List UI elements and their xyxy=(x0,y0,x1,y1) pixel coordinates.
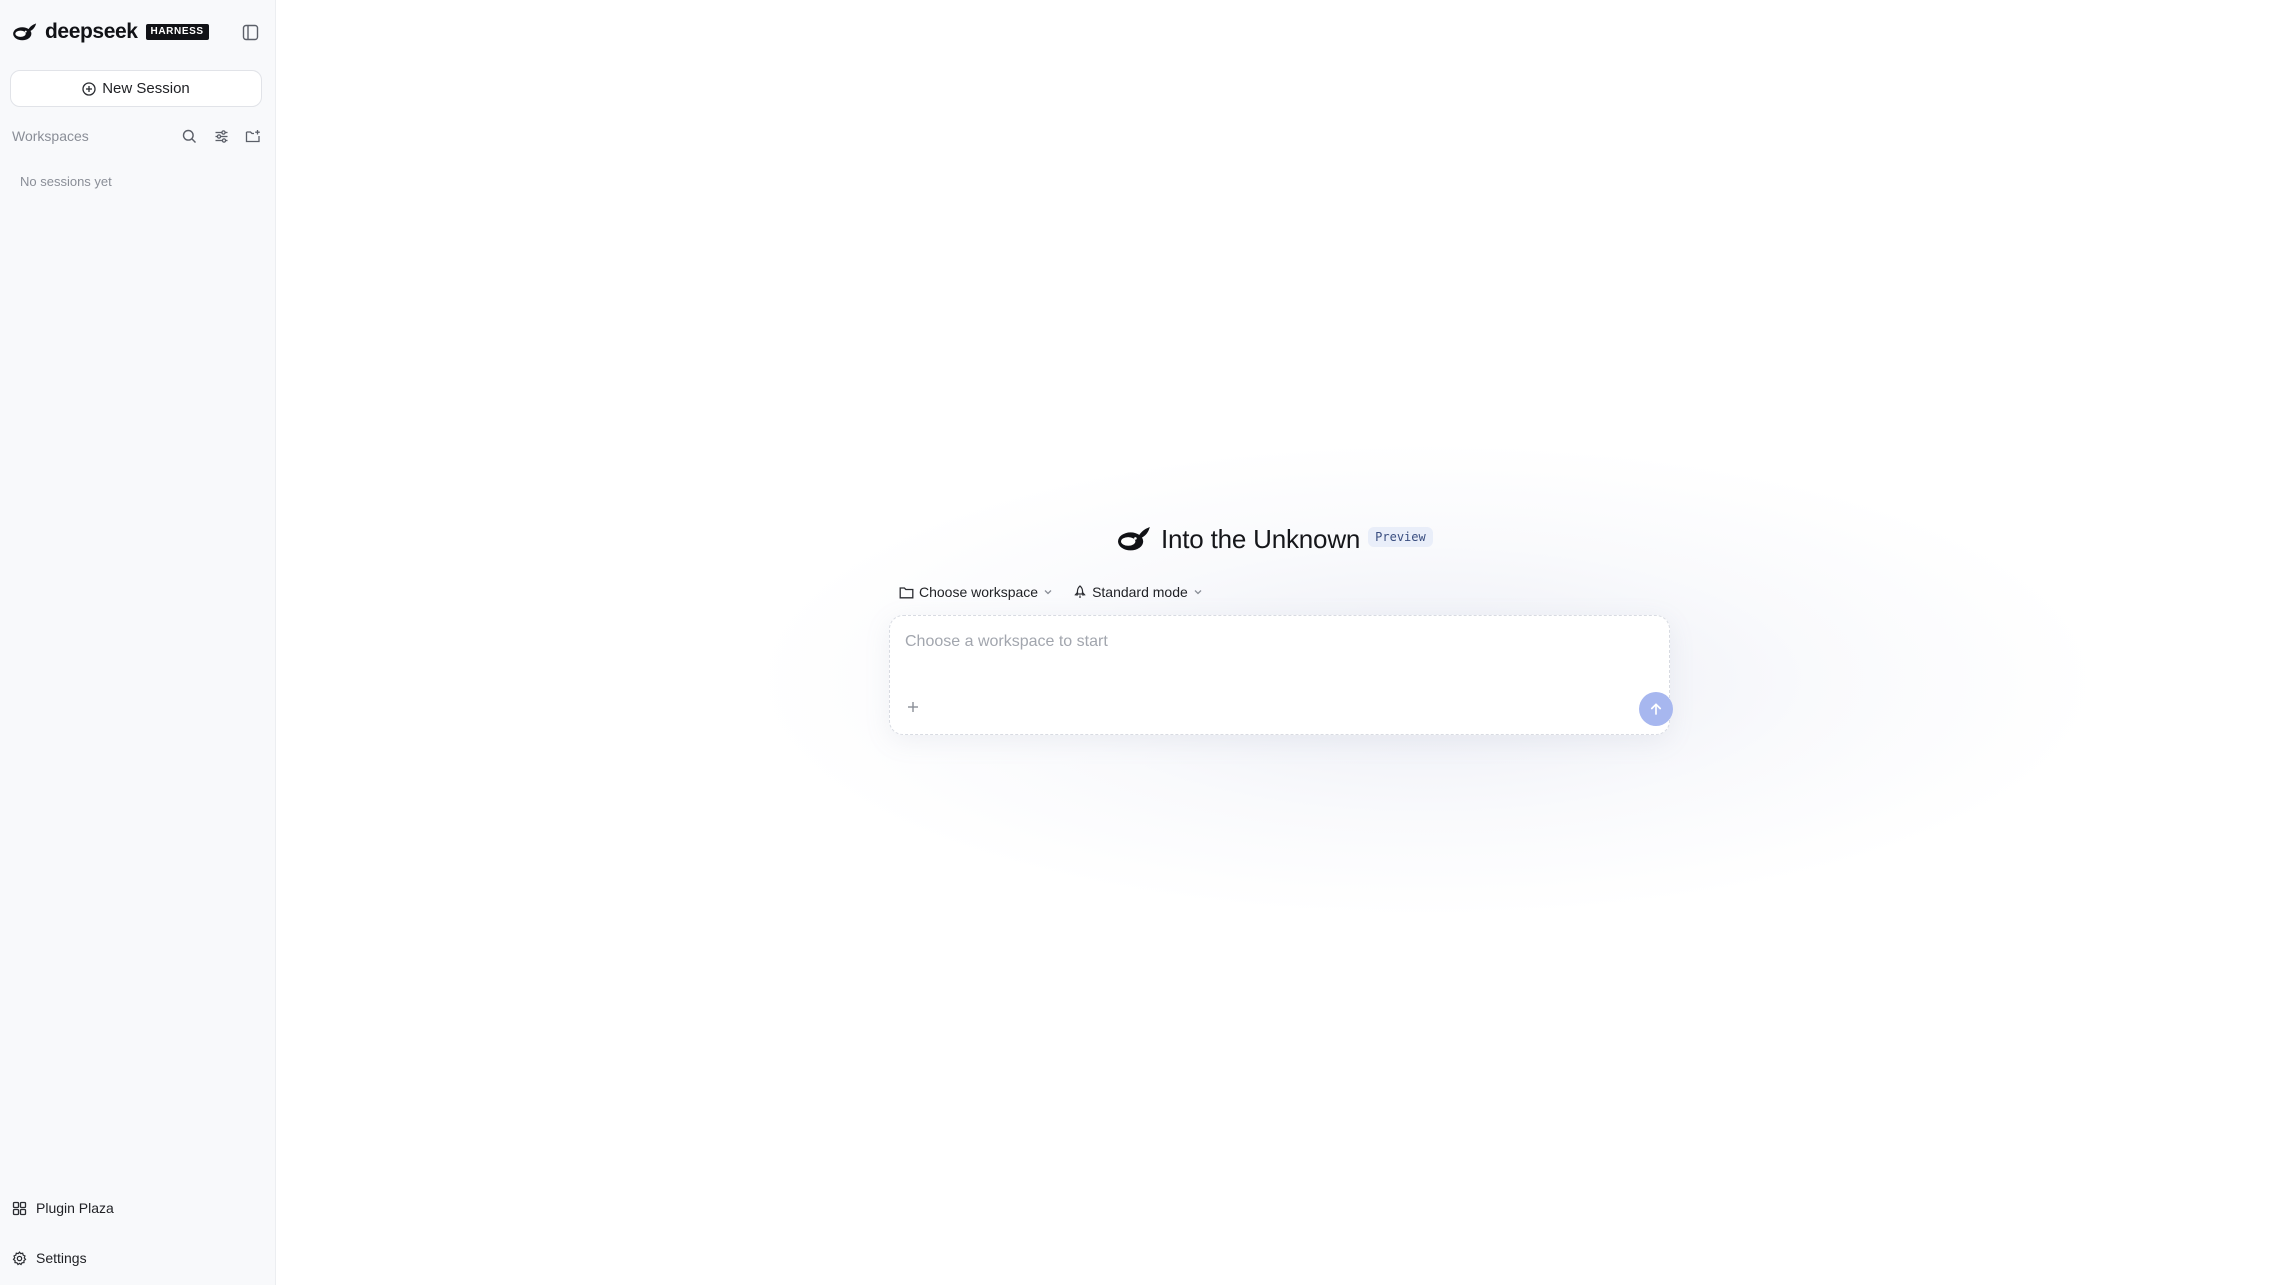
workspace-selector[interactable]: Choose workspace xyxy=(899,584,1053,600)
composer-selectors: Choose workspace Standard mode xyxy=(899,580,1203,604)
filter-sessions-button[interactable] xyxy=(208,124,234,148)
whale-icon xyxy=(1118,527,1150,551)
hero-heading: Into the Unknown Preview xyxy=(1115,518,1433,560)
chevron-down-icon xyxy=(1044,590,1052,595)
workspaces-header: Workspaces xyxy=(12,124,266,148)
plus-icon xyxy=(908,702,918,712)
chevron-down-icon xyxy=(1194,590,1202,595)
arrow-up-icon xyxy=(1650,703,1662,715)
mode-selector-label: Standard mode xyxy=(1092,584,1188,600)
gear-icon xyxy=(12,1250,27,1265)
workspace-tools xyxy=(176,124,266,148)
settings-label: Settings xyxy=(36,1250,87,1266)
workspaces-title: Workspaces xyxy=(12,128,89,144)
workspace-selector-label: Choose workspace xyxy=(919,584,1039,600)
new-workspace-button[interactable] xyxy=(240,124,266,148)
folder-plus-icon xyxy=(245,129,260,142)
preview-badge: Preview xyxy=(1368,527,1433,547)
empty-sessions-text: No sessions yet xyxy=(20,174,112,189)
search-icon xyxy=(182,129,196,143)
search-sessions-button[interactable] xyxy=(176,124,202,148)
sidebar: deepseek HARNESS New Session Workspaces xyxy=(0,0,276,1285)
new-session-label: New Session xyxy=(102,80,190,97)
message-composer xyxy=(889,615,1673,735)
grid-icon xyxy=(12,1201,27,1215)
attach-button[interactable] xyxy=(902,696,924,718)
brand-name: deepseek xyxy=(45,20,138,43)
sliders-icon xyxy=(215,129,227,143)
new-session-button[interactable]: New Session xyxy=(10,70,262,107)
composer-input[interactable] xyxy=(905,626,1645,658)
app-window: deepseek HARNESS New Session Workspaces xyxy=(0,0,2282,1285)
sidebar-toggle-icon xyxy=(242,24,258,40)
collapse-sidebar-button[interactable] xyxy=(238,20,262,44)
rocket-icon xyxy=(1074,585,1086,598)
plugin-plaza-link[interactable]: Plugin Plaza xyxy=(12,1194,114,1222)
brand-badge: HARNESS xyxy=(145,24,209,40)
folder-icon xyxy=(899,586,914,598)
send-button[interactable] xyxy=(1639,692,1673,726)
mode-selector[interactable]: Standard mode xyxy=(1073,584,1203,600)
brand-logo: deepseek HARNESS xyxy=(11,18,209,46)
plugin-plaza-label: Plugin Plaza xyxy=(36,1200,114,1216)
main-area: Into the Unknown Preview Choose workspac… xyxy=(277,0,2282,1285)
page-title: Into the Unknown xyxy=(1161,523,1361,554)
settings-link[interactable]: Settings xyxy=(12,1244,87,1272)
whale-icon xyxy=(13,23,37,41)
plus-circle-icon xyxy=(82,81,96,96)
